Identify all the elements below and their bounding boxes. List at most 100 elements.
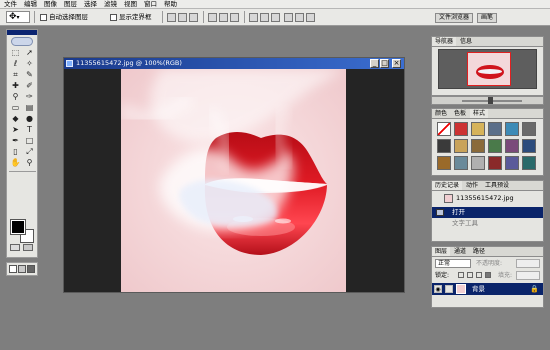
quick-mask-mode-icon[interactable]	[23, 244, 33, 251]
menu-item-view[interactable]: 视图	[124, 0, 137, 9]
menu-item-help[interactable]: 帮助	[164, 0, 177, 9]
crop-tool-icon[interactable]: ⌗	[9, 70, 22, 80]
document-title-bar[interactable]: 11355615472.jpg @ 100%(RGB)	[64, 58, 404, 69]
distribute-center-icon[interactable]	[260, 13, 269, 22]
style-swatch[interactable]	[505, 122, 519, 136]
style-swatch[interactable]	[437, 156, 451, 170]
style-swatch[interactable]	[471, 139, 485, 153]
dodge-tool-icon[interactable]: ●	[23, 114, 36, 124]
foreground-color-swatch[interactable]	[10, 219, 26, 235]
screen-mode-standard-icon[interactable]	[9, 265, 17, 273]
minimize-button[interactable]: _	[370, 59, 379, 68]
zoom-slider-handle[interactable]	[488, 97, 493, 104]
distribute-left-icon[interactable]	[284, 13, 293, 22]
lock-pixels-icon[interactable]	[467, 272, 473, 278]
gradient-tool-icon[interactable]: ▤	[23, 103, 36, 113]
tab-styles[interactable]: 样式	[470, 109, 489, 118]
menu-item-file[interactable]: 文件	[4, 0, 17, 9]
history-brush-source-icon[interactable]	[436, 209, 444, 216]
close-button[interactable]: ×	[392, 59, 401, 68]
history-item[interactable]: 打开	[432, 207, 543, 218]
align-left-icon[interactable]	[208, 13, 217, 22]
hand-tool-icon[interactable]: ✋	[9, 158, 22, 168]
layer-row-background[interactable]: ◉ 背景 🔒	[432, 283, 543, 295]
standard-mode-icon[interactable]	[10, 244, 20, 251]
menu-item-window[interactable]: 窗口	[144, 0, 157, 9]
distribute-top-icon[interactable]	[249, 13, 258, 22]
align-bottom-icon[interactable]	[189, 13, 198, 22]
tab-info[interactable]: 信息	[457, 37, 475, 46]
path-selection-tool-icon[interactable]: ➤	[9, 125, 22, 135]
lock-position-icon[interactable]	[476, 272, 482, 278]
eraser-tool-icon[interactable]: ▭	[9, 103, 22, 113]
image-canvas[interactable]	[121, 69, 346, 292]
navigator-view-box[interactable]	[467, 52, 511, 86]
style-swatch[interactable]	[505, 156, 519, 170]
eye-visibility-icon[interactable]: ◉	[434, 285, 442, 293]
style-swatch[interactable]	[437, 139, 451, 153]
menu-item-layer[interactable]: 图层	[64, 0, 77, 9]
notes-tool-icon[interactable]: ▯	[9, 147, 22, 157]
style-swatch[interactable]	[488, 139, 502, 153]
tab-paths[interactable]: 路径	[470, 247, 488, 256]
lock-all-icon[interactable]	[485, 272, 491, 278]
eyedropper-tool-icon[interactable]: ⤢	[23, 147, 36, 157]
menu-item-filter[interactable]: 滤镜	[104, 0, 117, 9]
fill-input[interactable]	[516, 271, 540, 280]
screen-mode-full-icon[interactable]	[27, 265, 35, 273]
blur-tool-icon[interactable]: ◆	[9, 114, 22, 124]
menu-item-edit[interactable]: 编辑	[24, 0, 37, 9]
brush-link-icon[interactable]	[445, 285, 453, 293]
tab-actions[interactable]: 动作	[463, 181, 481, 190]
style-swatch[interactable]	[505, 139, 519, 153]
opacity-input[interactable]	[516, 259, 540, 268]
style-swatch[interactable]	[522, 139, 536, 153]
type-tool-icon[interactable]: T	[23, 125, 36, 135]
style-swatch[interactable]	[522, 122, 536, 136]
lock-transparency-icon[interactable]	[458, 272, 464, 278]
style-swatch[interactable]	[488, 122, 502, 136]
auto-select-layer-checkbox[interactable]	[40, 14, 47, 21]
adobe-online-logo[interactable]	[11, 37, 33, 46]
tab-file-browser[interactable]: 文件浏览器	[435, 13, 474, 23]
style-swatch[interactable]	[471, 122, 485, 136]
tab-navigator[interactable]: 导航器	[432, 37, 457, 46]
tab-color[interactable]: 颜色	[432, 109, 450, 118]
show-bounding-box-checkbox[interactable]	[110, 14, 117, 21]
style-swatch[interactable]	[488, 156, 502, 170]
style-swatch[interactable]	[454, 139, 468, 153]
style-swatch[interactable]	[454, 122, 468, 136]
tab-brushes[interactable]: 画笔	[477, 13, 498, 23]
tab-layers[interactable]: 图层	[432, 247, 451, 256]
style-swatch[interactable]	[471, 156, 485, 170]
align-right-icon[interactable]	[230, 13, 239, 22]
distribute-hcenter-icon[interactable]	[295, 13, 304, 22]
zoom-tool-icon[interactable]: ⚲	[23, 158, 36, 168]
align-top-icon[interactable]	[167, 13, 176, 22]
healing-brush-tool-icon[interactable]: ✚	[9, 81, 22, 91]
tool-preset-picker[interactable]: ✥▾	[6, 11, 30, 23]
align-vertical-center-icon[interactable]	[178, 13, 187, 22]
history-brush-tool-icon[interactable]: ✑	[23, 92, 36, 102]
slice-tool-icon[interactable]: ✎	[23, 70, 36, 80]
history-item[interactable]: 文字工具	[432, 218, 543, 229]
tab-tool-presets[interactable]: 工具预设	[482, 181, 512, 190]
tab-swatches[interactable]: 色板	[451, 109, 469, 118]
style-swatch[interactable]	[454, 156, 468, 170]
distribute-bottom-icon[interactable]	[271, 13, 280, 22]
maximize-button[interactable]: □	[380, 59, 389, 68]
style-swatch[interactable]	[522, 156, 536, 170]
blend-mode-select[interactable]: 正常	[435, 259, 471, 268]
align-horizontal-center-icon[interactable]	[219, 13, 228, 22]
marquee-tool-icon[interactable]: ⬚	[9, 48, 22, 58]
pen-tool-icon[interactable]: ✒	[9, 136, 22, 146]
shape-tool-icon[interactable]: □	[23, 136, 36, 146]
clone-stamp-tool-icon[interactable]: ⚲	[9, 92, 22, 102]
brush-tool-icon[interactable]: ✐	[23, 81, 36, 91]
menu-item-select[interactable]: 选择	[84, 0, 97, 9]
move-tool-icon[interactable]: ➚	[23, 48, 36, 58]
tab-channels[interactable]: 通道	[451, 247, 469, 256]
style-none[interactable]	[437, 122, 451, 136]
menu-item-image[interactable]: 图像	[44, 0, 57, 9]
magic-wand-tool-icon[interactable]: ✧	[23, 59, 36, 69]
